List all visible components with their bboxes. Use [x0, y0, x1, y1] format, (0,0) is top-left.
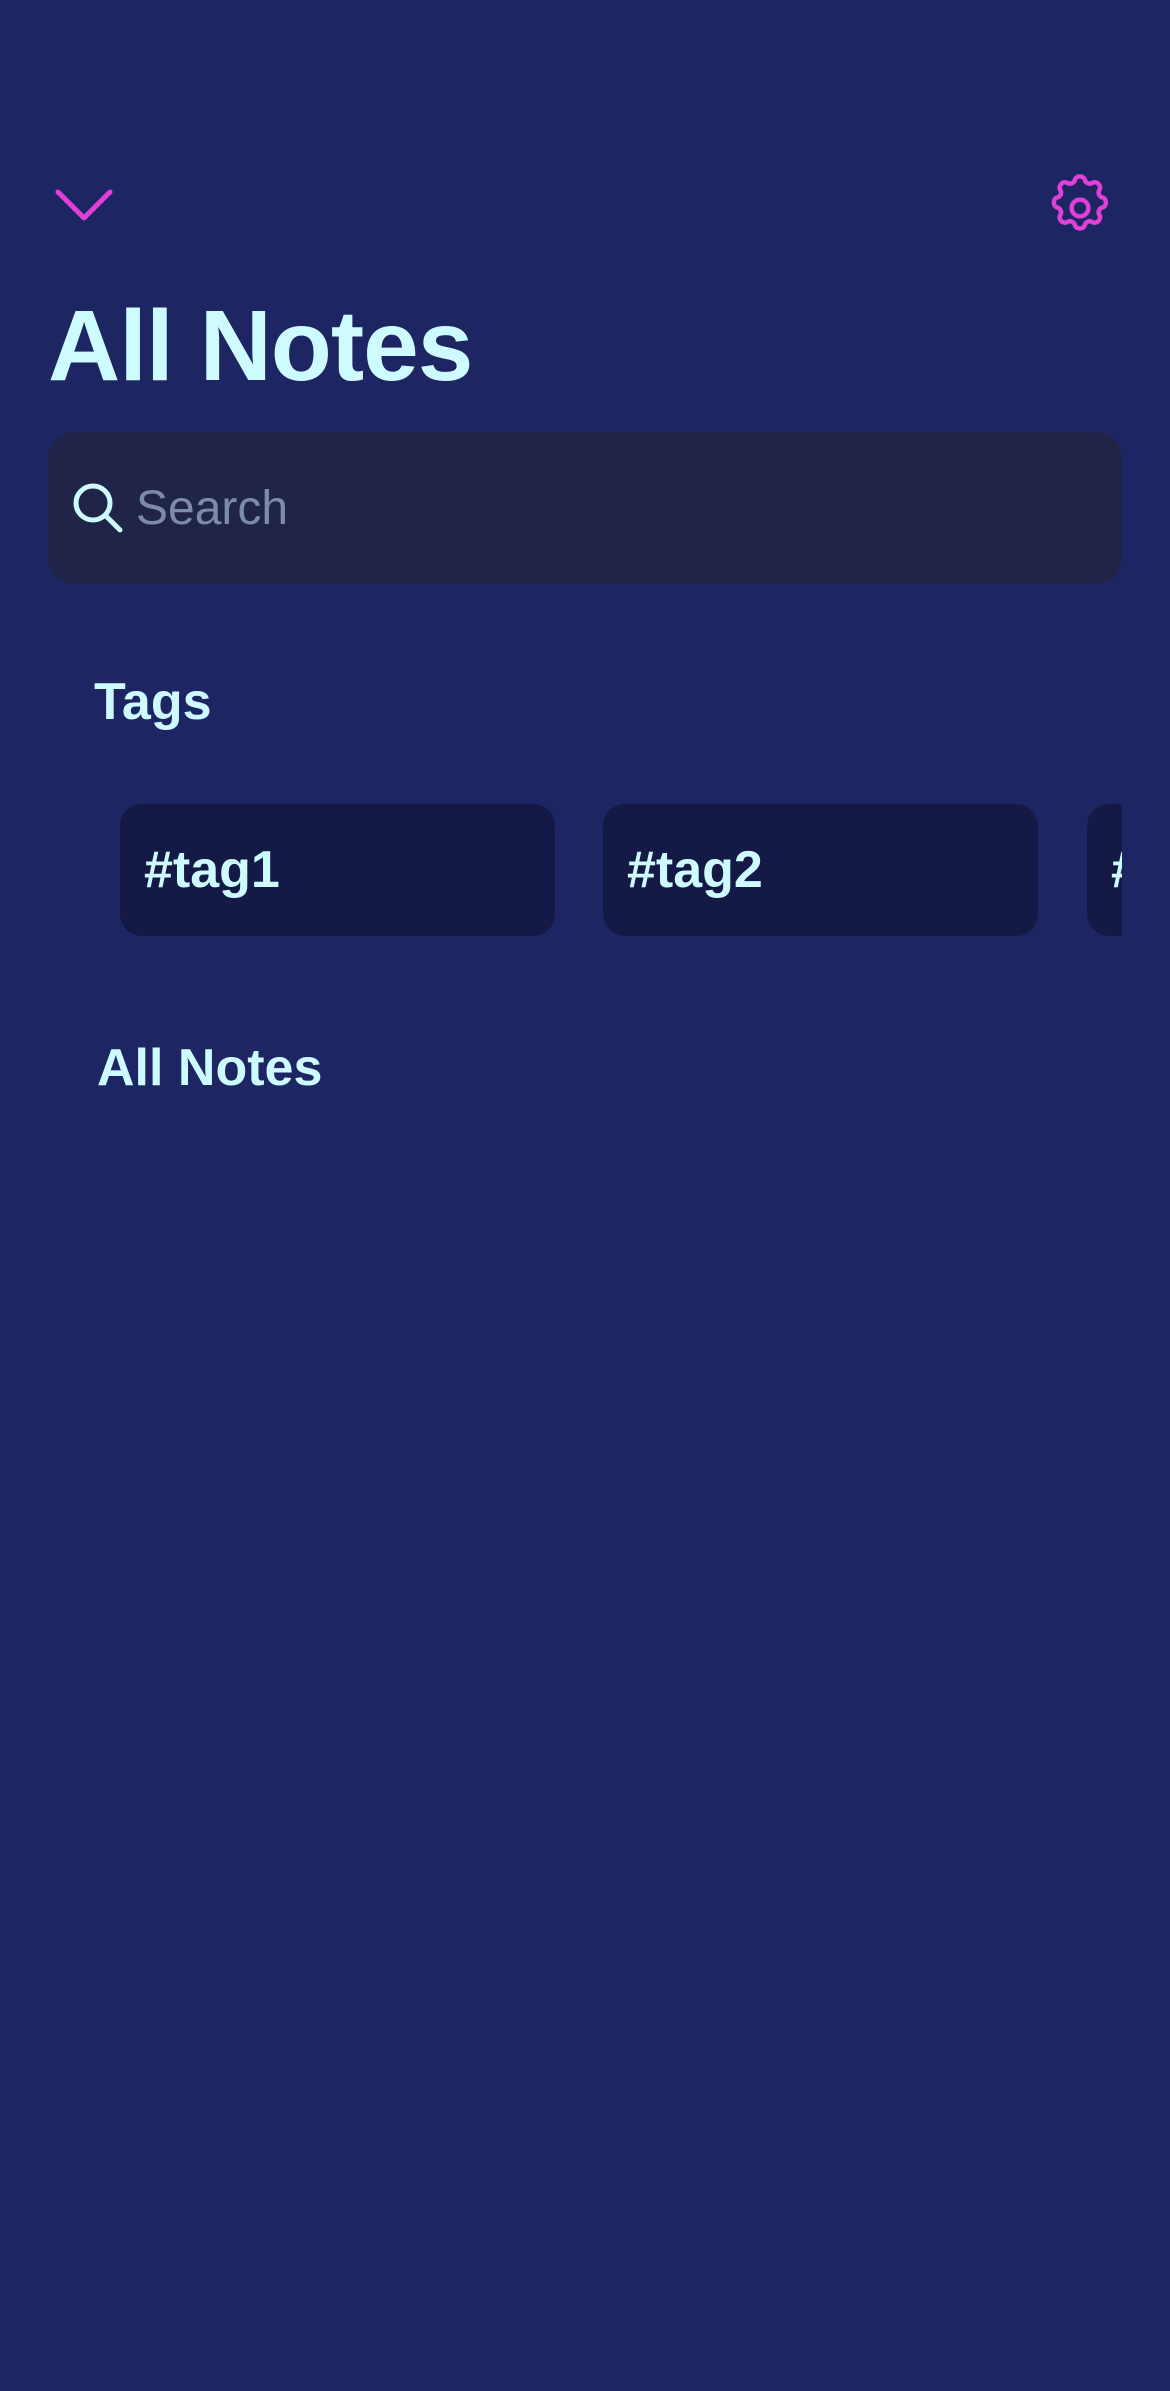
notes-screen: All Notes Tags #tag1 #tag2 # All Notes [0, 0, 1170, 2391]
collapse-button[interactable] [46, 176, 122, 236]
notes-heading: All Notes [97, 1039, 323, 1097]
page-title: All Notes [48, 290, 473, 402]
search-icon [73, 483, 123, 533]
gear-icon [1051, 174, 1109, 231]
tag-label: #tag2 [627, 841, 763, 899]
tag-label: #tag1 [144, 841, 280, 899]
tags-list[interactable]: #tag1 #tag2 # [0, 804, 1122, 936]
settings-button[interactable] [1040, 168, 1120, 248]
search-bar[interactable] [48, 432, 1122, 584]
notes-list [48, 1120, 1122, 2320]
tag-label: # [1111, 840, 1122, 900]
tags-heading: Tags [94, 673, 212, 731]
tag-chip[interactable]: #tag1 [120, 804, 555, 936]
search-input[interactable] [136, 432, 1096, 584]
tag-chip[interactable]: # [1087, 804, 1122, 936]
chevron-down-icon [55, 189, 113, 221]
tag-chip[interactable]: #tag2 [603, 804, 1038, 936]
